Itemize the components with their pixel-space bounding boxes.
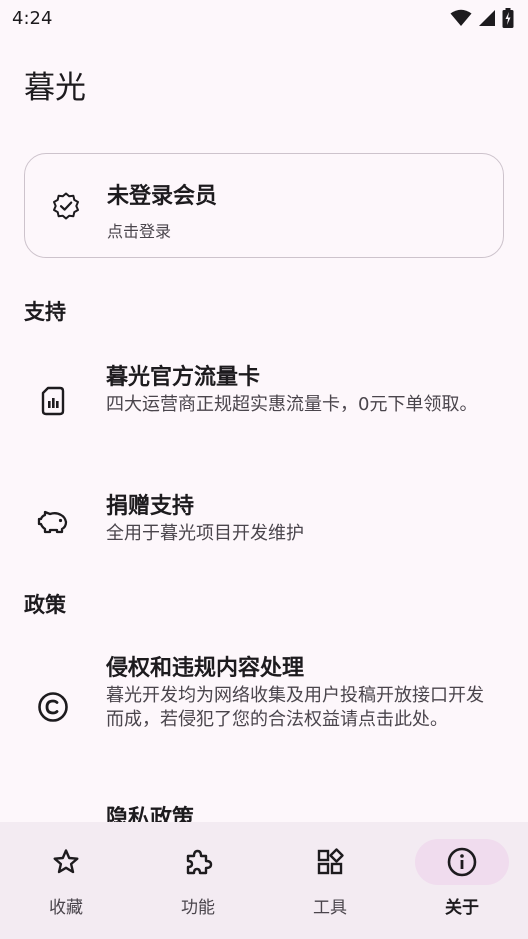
nav-pill-active xyxy=(415,839,509,885)
status-time: 4:24 xyxy=(12,7,53,29)
nav-label: 功能 xyxy=(181,898,215,918)
nav-item-favorites[interactable]: 收藏 xyxy=(0,822,132,939)
widgets-icon xyxy=(315,847,345,877)
section-header-support: 支持 xyxy=(24,300,66,324)
nav-pill xyxy=(151,839,245,885)
member-subtitle: 点击登录 xyxy=(107,222,172,241)
wifi-icon xyxy=(450,9,472,27)
nav-label: 收藏 xyxy=(49,898,83,918)
nav-pill xyxy=(283,839,377,885)
bottom-navigation: 收藏 功能 工具 关于 xyxy=(0,822,528,939)
nav-item-tools[interactable]: 工具 xyxy=(264,822,396,939)
item-text: 暮光官方流量卡 四大运营商正规超实惠流量卡，0元下单领取。 xyxy=(106,363,496,417)
verified-badge-icon xyxy=(51,191,81,221)
piggy-bank-icon xyxy=(36,503,70,537)
status-icons xyxy=(450,8,514,28)
item-description: 四大运营商正规超实惠流量卡，0元下单领取。 xyxy=(106,394,478,415)
member-login-card[interactable]: 未登录会员 点击登录 xyxy=(24,153,504,258)
list-item-sim-card[interactable]: 暮光官方流量卡 四大运营商正规超实惠流量卡，0元下单领取。 xyxy=(0,352,528,452)
battery-icon xyxy=(502,8,514,28)
item-title: 侵权和违规内容处理 xyxy=(106,656,305,681)
item-text: 侵权和违规内容处理 暮光开发均为网络收集及用户投稿开放接口开发而成，若侵犯了您的… xyxy=(106,654,496,732)
star-icon xyxy=(51,847,81,877)
copyright-icon xyxy=(36,690,70,724)
item-description: 全用于暮光项目开发维护 xyxy=(106,523,304,544)
list-item-copyright[interactable]: 侵权和违规内容处理 暮光开发均为网络收集及用户投稿开放接口开发而成，若侵犯了您的… xyxy=(0,646,528,770)
list-item-donate[interactable]: 捐赠支持 全用于暮光项目开发维护 xyxy=(0,480,528,558)
member-text: 未登录会员 点击登录 xyxy=(107,178,217,242)
sim-card-icon xyxy=(36,384,70,418)
item-title: 捐赠支持 xyxy=(106,494,195,519)
status-bar: 4:24 xyxy=(0,0,528,36)
item-title: 暮光官方流量卡 xyxy=(106,365,261,390)
info-icon xyxy=(446,846,478,878)
item-text: 捐赠支持 全用于暮光项目开发维护 xyxy=(106,492,496,546)
nav-label: 关于 xyxy=(445,898,479,918)
nav-label: 工具 xyxy=(313,898,347,918)
signal-icon xyxy=(478,9,496,27)
nav-item-features[interactable]: 功能 xyxy=(132,822,264,939)
nav-pill xyxy=(19,839,113,885)
item-description: 暮光开发均为网络收集及用户投稿开放接口开发而成，若侵犯了您的合法权益请点击此处。 xyxy=(106,685,484,730)
puzzle-icon xyxy=(183,847,213,877)
section-header-policy: 政策 xyxy=(24,593,66,617)
nav-item-about[interactable]: 关于 xyxy=(396,822,528,939)
member-title: 未登录会员 xyxy=(107,184,218,209)
page-title: 暮光 xyxy=(24,70,86,106)
